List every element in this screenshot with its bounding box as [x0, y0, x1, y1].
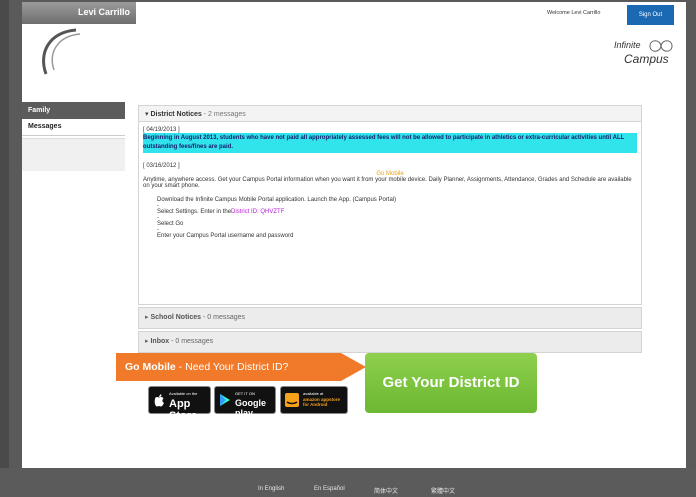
- sidebar-blank-area: [22, 138, 125, 171]
- sidebar-item-family[interactable]: Family: [22, 102, 125, 119]
- brand-line1: Infinite: [614, 40, 641, 50]
- google-play-badge[interactable]: GET IT ON Google play: [214, 386, 276, 418]
- portal-logo-icon: [42, 28, 81, 75]
- language-link-simplified-chinese[interactable]: 简体中文: [374, 486, 398, 495]
- need-district-id-label: - Need Your District ID?: [175, 361, 289, 373]
- step-enter-credentials: Enter your Campus Portal username and pa…: [157, 233, 294, 239]
- app-store-small: Available on the: [169, 391, 198, 396]
- amazon-big: amazon appstore for Android: [303, 397, 341, 407]
- language-link-spanish[interactable]: En Español: [314, 486, 345, 492]
- district-notices-header[interactable]: ▾ District Notices - 2 messages: [138, 105, 642, 122]
- google-play-big: Google play: [235, 398, 266, 418]
- frame-left-edge: [0, 0, 9, 497]
- school-notices-header[interactable]: ▸ School Notices - 0 messages: [138, 307, 642, 329]
- district-notices-title: District Notices: [150, 111, 202, 118]
- inbox-header[interactable]: ▸ Inbox - 0 messages: [138, 331, 642, 353]
- district-notices-body: [ 04/19/2013 ] Beginning in August 2013,…: [138, 122, 642, 305]
- go-mobile-intro: Anytime, anywhere access. Get your Campu…: [143, 177, 632, 189]
- district-notices-count: - 2 messages: [203, 111, 246, 118]
- inbox-count: - 0 messages: [171, 338, 214, 345]
- google-play-icon: [220, 394, 230, 406]
- language-link-traditional-chinese[interactable]: 繁體中文: [431, 486, 455, 495]
- brand-line2: Campus: [624, 52, 669, 66]
- step-settings-text: Select Settings. Enter in the: [157, 209, 232, 215]
- get-district-id-button[interactable]: Get Your District ID: [365, 353, 537, 413]
- inbox-title: Inbox: [150, 338, 170, 345]
- portal-panel: Levi Carrillo Welcome Levi Carrillo Sign…: [22, 2, 686, 468]
- school-notices-title: School Notices: [150, 314, 202, 321]
- welcome-text: Welcome Levi Carrillo: [547, 10, 601, 16]
- language-link-english[interactable]: In English: [258, 486, 284, 492]
- go-mobile-label: Go Mobile: [125, 361, 176, 373]
- infinity-icon: [649, 40, 673, 52]
- go-mobile-banner: Go Mobile - Need Your District ID?: [116, 353, 366, 381]
- sidebar-item-messages[interactable]: Messages: [22, 119, 125, 136]
- amazon-appstore-badge[interactable]: available at amazon appstore for Android: [280, 386, 348, 414]
- top-bar: Levi Carrillo Welcome Levi Carrillo Sign…: [22, 2, 686, 25]
- school-notices-count: - 0 messages: [203, 314, 246, 321]
- infinite-campus-logo: Infinite Campus: [612, 36, 678, 72]
- amazon-icon: [285, 393, 299, 407]
- apple-icon: [154, 394, 164, 407]
- app-store-badge[interactable]: Available on the App Store: [148, 386, 211, 422]
- user-name-tab: Levi Carrillo: [22, 2, 136, 24]
- google-play-small: GET IT ON: [235, 391, 255, 396]
- district-id-value: District ID: QHVZTF: [231, 209, 285, 215]
- sign-out-button[interactable]: Sign Out: [627, 5, 674, 25]
- amazon-small: available at: [303, 391, 324, 396]
- app-store-big: App Store: [169, 398, 198, 422]
- messages-main: ▾ District Notices - 2 messages [ 04/19/…: [138, 105, 642, 353]
- sidebar: Family Messages: [22, 102, 125, 180]
- notice-date: [ 03/16/2012 ]: [143, 163, 180, 169]
- footer-band: In English En Español 简体中文 繁體中文: [0, 468, 696, 497]
- notice-fees-text: Beginning in August 2013, students who h…: [143, 133, 637, 153]
